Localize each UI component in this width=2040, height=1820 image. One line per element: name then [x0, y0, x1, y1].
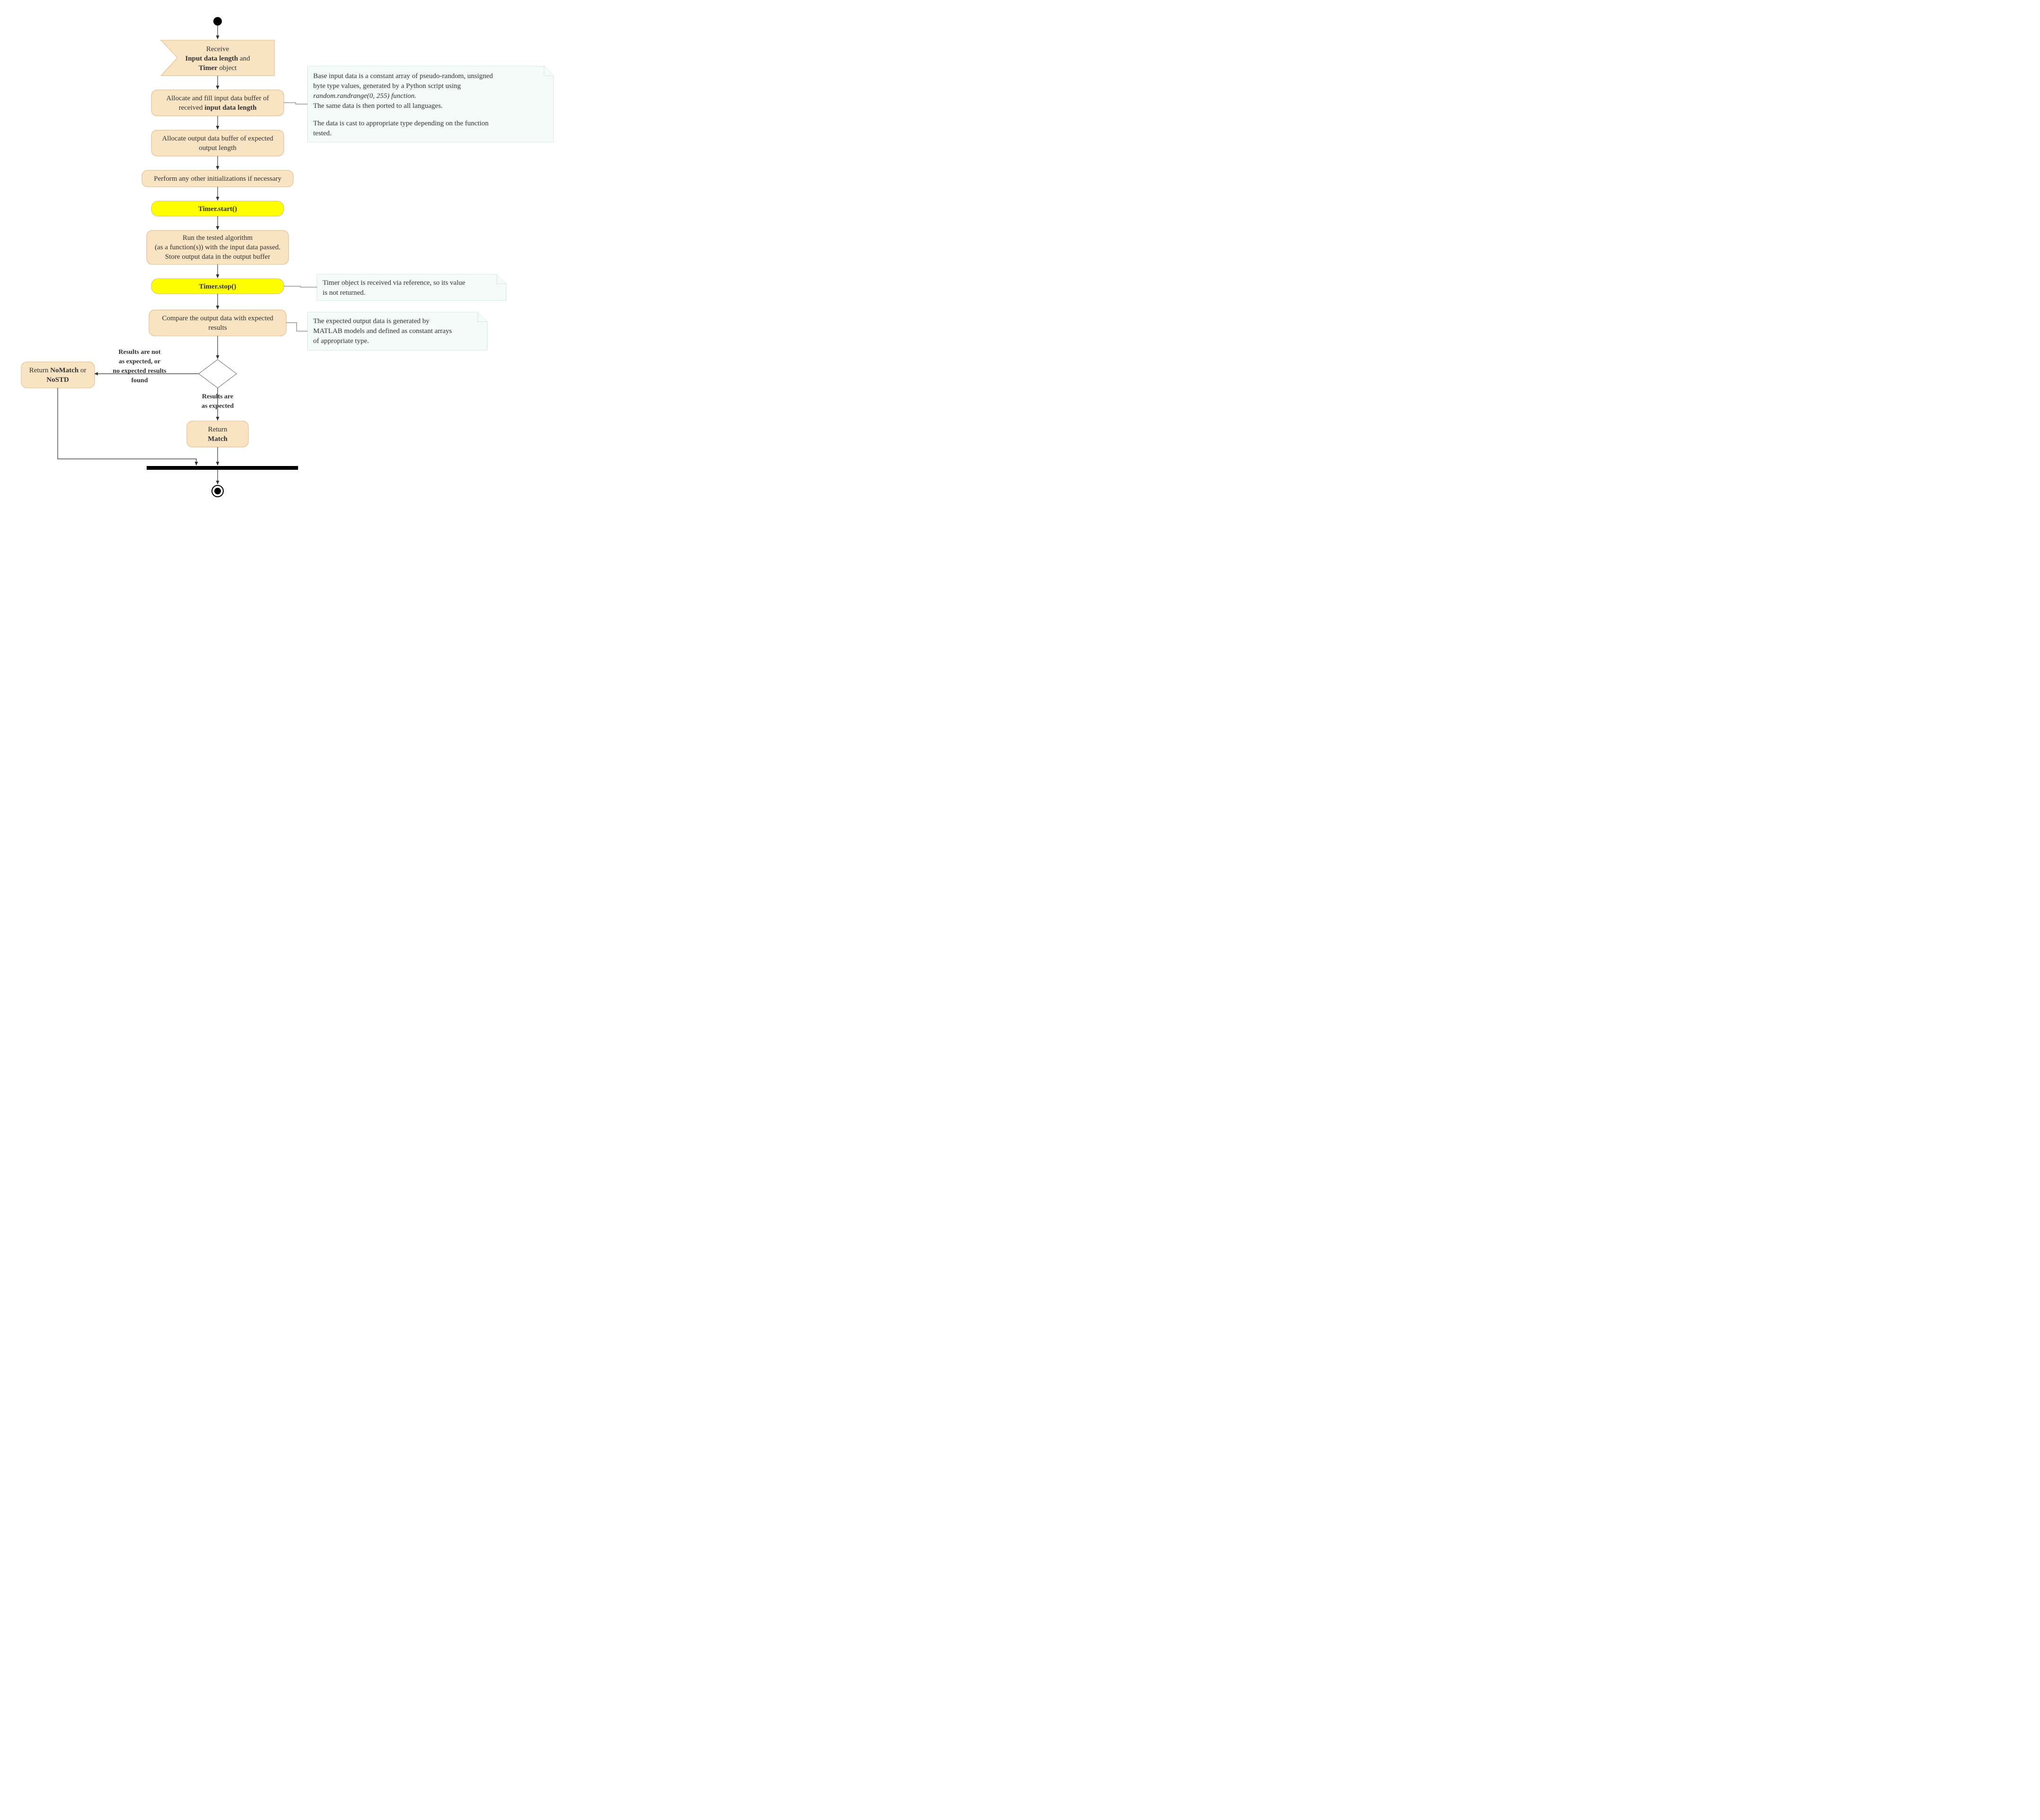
receive-line1: Receive	[206, 45, 229, 53]
alloc-input-l1: Allocate and fill input data buffer of	[166, 95, 269, 102]
svg-text:Input data length and: Input data length and	[185, 55, 250, 62]
compare-l1: Compare the output data with expected	[162, 315, 273, 322]
rnm-l1b: NoMatch	[50, 367, 79, 374]
svg-text:Timer object: Timer object	[199, 64, 237, 72]
receive-obj: object	[218, 64, 237, 72]
note1-l1: Base input data is a constant array of p…	[313, 72, 493, 80]
run-l3: Store output data in the output buffer	[165, 253, 270, 261]
start-node	[213, 17, 222, 26]
note1-l4: The same data is then ported to all lang…	[313, 102, 443, 110]
note3-l2: MATLAB models and defined as constant ar…	[313, 327, 452, 335]
dec-left-l1: Results are not	[118, 349, 161, 356]
note1-l5: The data is cast to appropriate type dep…	[313, 120, 489, 127]
note2-l2: is not returned.	[323, 289, 365, 297]
alloc-input-l2b: input data length	[204, 104, 257, 112]
timer-stop-text: Timer.stop()	[199, 283, 237, 290]
rnm-l1c: or	[79, 367, 86, 374]
receive-bold1: Input data length	[185, 55, 238, 62]
timer-start-text: Timer.start()	[198, 205, 237, 213]
note1-l2: byte type values, generated by a Python …	[313, 82, 461, 90]
svg-text:Return NoMatch or: Return NoMatch or	[29, 367, 87, 374]
compare-box	[149, 310, 286, 336]
note1-l3: random.randrange(0, 255) function.	[313, 92, 416, 100]
sync-bar	[147, 466, 298, 470]
return-nomatch-box	[21, 362, 95, 388]
dec-left-l4: found	[131, 377, 148, 384]
rm-l2: Match	[208, 435, 228, 443]
rnm-l2: NoSTD	[46, 376, 69, 384]
note2-l1: Timer object is received via reference, …	[323, 279, 466, 287]
receive-and: and	[238, 55, 250, 62]
flowchart: Receive Input data length and Timer obje…	[9, 9, 568, 520]
note3-l3: of appropriate type.	[313, 337, 369, 345]
return-match-box	[187, 421, 248, 447]
alloc-output-box	[151, 130, 284, 156]
alloc-output-l2: output length	[199, 144, 237, 152]
run-l2: (as a function(s)) with the input data p…	[155, 244, 281, 251]
compare-l2: results	[208, 324, 227, 332]
receive-bold2: Timer	[199, 64, 218, 72]
note3-l1: The expected output data is generated by	[313, 317, 430, 325]
alloc-output-l1: Allocate output data buffer of expected	[162, 135, 273, 142]
decision-diamond	[199, 360, 237, 388]
rm-l1: Return	[208, 426, 228, 433]
alloc-input-box	[151, 90, 284, 116]
alloc-input-l2a: received	[179, 104, 205, 112]
other-init-text: Perform any other initializations if nec…	[154, 175, 281, 183]
svg-text:received input data length: received input data length	[179, 104, 257, 112]
run-l1: Run the tested algorithm	[183, 234, 253, 242]
rnm-l1a: Return	[29, 367, 51, 374]
end-node-inner	[214, 488, 221, 494]
note1-l6: tested.	[313, 130, 332, 137]
dec-left-l2: as expected, or	[119, 358, 160, 365]
